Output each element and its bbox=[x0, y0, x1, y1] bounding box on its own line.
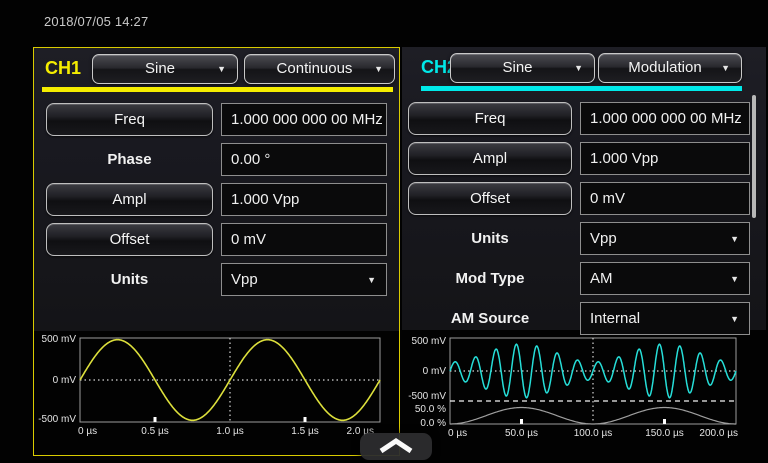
ch1-row-phase: Phase 0.00 ° bbox=[34, 143, 399, 176]
ch1-row-units: Units Vpp ▼ bbox=[34, 263, 399, 296]
ch2-mod-type-label: Mod Type bbox=[408, 262, 572, 295]
svg-text:0 µs: 0 µs bbox=[448, 428, 467, 439]
svg-text:0 mV: 0 mV bbox=[423, 366, 447, 377]
ch1-offset-value-text: 0 mV bbox=[231, 231, 266, 248]
ch1-accent-bar bbox=[42, 87, 393, 92]
ch1-parameter-rows: Freq 1.000 000 000 00 MHz Phase 0.00 ° Ampl 1… bbox=[34, 103, 399, 331]
ch1-waveform-value: Sine bbox=[105, 55, 215, 83]
svg-text:-500 mV: -500 mV bbox=[38, 414, 76, 425]
svg-text:1.0 µs: 1.0 µs bbox=[216, 426, 243, 437]
ch2-row-freq: Freq 1.000 000 000 00 MHz bbox=[402, 102, 766, 135]
function-generator-screen: 2018/07/05 14:27 CH1 Sine ▼ Continuous ▼… bbox=[0, 0, 768, 460]
chevron-down-icon: ▼ bbox=[574, 54, 583, 82]
ch2-header: CH2 Sine ▼ Modulation ▼ bbox=[402, 53, 766, 85]
ch2-ampl-button[interactable]: Ampl bbox=[408, 142, 572, 175]
ch2-waveform-preview: 500 mV 0 mV -500 mV 50.0 % 0.0 %0 µs 50.0 µs 1… bbox=[396, 330, 768, 454]
ch1-units-dropdown[interactable]: Vpp ▼ bbox=[221, 263, 387, 296]
ch2-parameter-rows: Freq 1.000 000 000 00 MHz Ampl 1.000 Vpp Off… bbox=[402, 102, 766, 330]
ch1-units-value-text: Vpp bbox=[231, 271, 258, 288]
ch1-waveform-preview: 500 mV0 mV-500 mV0 µs0.5 µs1.0 µs1.5 µs2… bbox=[36, 330, 396, 450]
ch2-offset-value-text: 0 mV bbox=[590, 190, 625, 207]
ch1-row-freq: Freq 1.000 000 000 00 MHz bbox=[34, 103, 399, 136]
svg-text:500 mV: 500 mV bbox=[412, 336, 447, 347]
ch1-phase-label: Phase bbox=[46, 143, 213, 176]
ch1-offset-value[interactable]: 0 mV bbox=[221, 223, 387, 256]
svg-text:0 mV: 0 mV bbox=[53, 375, 77, 386]
ch2-am-source-value-text: Internal bbox=[590, 310, 640, 327]
chevron-down-icon: ▼ bbox=[730, 264, 739, 295]
ch1-phase-value[interactable]: 0.00 ° bbox=[221, 143, 387, 176]
ch1-mode-dropdown[interactable]: Continuous ▼ bbox=[244, 54, 395, 84]
ch2-waveform-value: Sine bbox=[463, 54, 572, 82]
ch2-mod-type-value-text: AM bbox=[590, 270, 613, 287]
ch1-phase-value-text: 0.00 ° bbox=[231, 151, 270, 168]
ch2-freq-value[interactable]: 1.000 000 000 00 MHz bbox=[580, 102, 750, 135]
chevron-down-icon: ▼ bbox=[730, 224, 739, 255]
ch1-units-label: Units bbox=[46, 263, 213, 296]
ch2-row-ampl: Ampl 1.000 Vpp bbox=[402, 142, 766, 175]
ch2-units-dropdown[interactable]: Vpp ▼ bbox=[580, 222, 750, 255]
ch1-row-offset: Offset 0 mV bbox=[34, 223, 399, 256]
ch1-row-ampl: Ampl 1.000 Vpp bbox=[34, 183, 399, 216]
ch2-scrollbar-thumb[interactable] bbox=[752, 95, 756, 218]
ch2-ampl-value[interactable]: 1.000 Vpp bbox=[580, 142, 750, 175]
ch2-row-mod-type: Mod Type AM ▼ bbox=[402, 262, 766, 295]
chevron-down-icon: ▼ bbox=[367, 265, 376, 296]
ch2-offset-button[interactable]: Offset bbox=[408, 182, 572, 215]
ch2-waveform-dropdown[interactable]: Sine ▼ bbox=[450, 53, 595, 83]
ch1-waveform-dropdown[interactable]: Sine ▼ bbox=[92, 54, 238, 84]
svg-text:50.0 µs: 50.0 µs bbox=[505, 428, 538, 439]
svg-text:0 µs: 0 µs bbox=[78, 426, 97, 437]
ch2-units-label: Units bbox=[408, 222, 572, 255]
svg-text:-500 mV: -500 mV bbox=[408, 391, 446, 402]
ch2-mode-value: Modulation bbox=[611, 54, 719, 82]
ch1-freq-button[interactable]: Freq bbox=[46, 103, 213, 136]
chevron-up-icon bbox=[360, 433, 432, 460]
svg-text:0.0 %: 0.0 % bbox=[420, 418, 446, 429]
ch1-ampl-value-text: 1.000 Vpp bbox=[231, 191, 299, 208]
ch1-header: CH1 Sine ▼ Continuous ▼ bbox=[34, 54, 399, 86]
ch2-row-units: Units Vpp ▼ bbox=[402, 222, 766, 255]
ch1-offset-button[interactable]: Offset bbox=[46, 223, 213, 256]
ch1-mode-value: Continuous bbox=[257, 55, 372, 83]
ch2-units-value-text: Vpp bbox=[590, 230, 617, 247]
svg-text:200.0 µs: 200.0 µs bbox=[699, 428, 738, 439]
chevron-down-icon: ▼ bbox=[721, 54, 730, 82]
svg-text:50.0 %: 50.0 % bbox=[415, 404, 446, 415]
ch1-label: CH1 bbox=[45, 58, 81, 79]
ch1-freq-value[interactable]: 1.000 000 000 00 MHz bbox=[221, 103, 387, 136]
svg-text:500 mV: 500 mV bbox=[42, 334, 77, 345]
expand-chevron-button[interactable] bbox=[360, 433, 432, 460]
ch1-ampl-button[interactable]: Ampl bbox=[46, 183, 213, 216]
ch2-row-offset: Offset 0 mV bbox=[402, 182, 766, 215]
svg-text:100.0 µs: 100.0 µs bbox=[574, 428, 613, 439]
svg-text:150.0 µs: 150.0 µs bbox=[645, 428, 684, 439]
chevron-down-icon: ▼ bbox=[217, 55, 226, 83]
ch1-freq-value-text: 1.000 000 000 00 MHz bbox=[231, 111, 383, 128]
ch2-offset-value[interactable]: 0 mV bbox=[580, 182, 750, 215]
chevron-down-icon: ▼ bbox=[374, 55, 383, 83]
ch2-freq-button[interactable]: Freq bbox=[408, 102, 572, 135]
ch2-ampl-value-text: 1.000 Vpp bbox=[590, 150, 658, 167]
statusbar-datetime: 2018/07/05 14:27 bbox=[44, 14, 148, 32]
svg-text:0.5 µs: 0.5 µs bbox=[141, 426, 168, 437]
ch2-mode-dropdown[interactable]: Modulation ▼ bbox=[598, 53, 742, 83]
ch1-ampl-value[interactable]: 1.000 Vpp bbox=[221, 183, 387, 216]
svg-text:1.5 µs: 1.5 µs bbox=[291, 426, 318, 437]
ch2-freq-value-text: 1.000 000 000 00 MHz bbox=[590, 110, 742, 127]
ch2-mod-type-dropdown[interactable]: AM ▼ bbox=[580, 262, 750, 295]
ch2-accent-bar bbox=[421, 86, 742, 91]
